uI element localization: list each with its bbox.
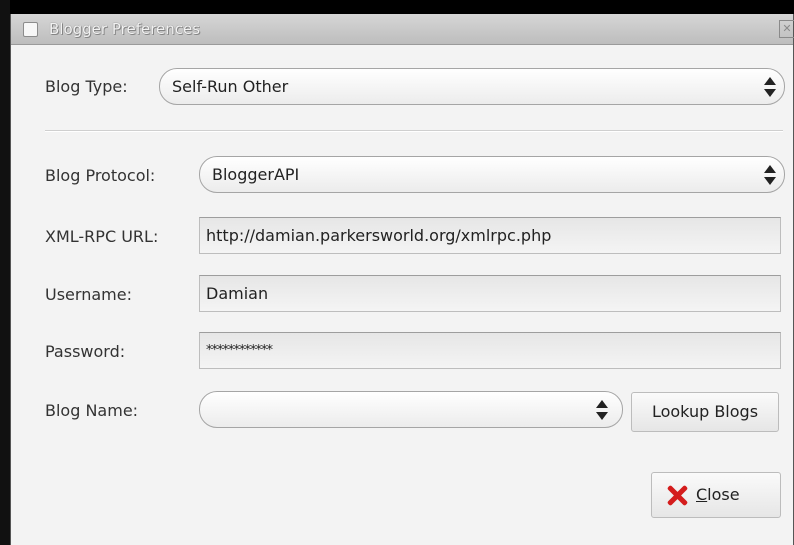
close-button-label: Close bbox=[696, 485, 740, 504]
blog-type-value: Self-Run Other bbox=[172, 77, 289, 96]
close-button[interactable]: Close bbox=[651, 472, 781, 518]
desktop-edge bbox=[0, 0, 10, 545]
blog-protocol-value: BloggerAPI bbox=[212, 165, 300, 184]
window-menu-icon[interactable] bbox=[23, 22, 38, 37]
xmlrpc-url-field[interactable]: http://damian.parkersworld.org/xmlrpc.ph… bbox=[199, 217, 781, 254]
blog-name-select[interactable] bbox=[199, 391, 623, 428]
password-label: Password: bbox=[45, 342, 126, 361]
blog-name-spinner-icon bbox=[596, 400, 609, 420]
lookup-blogs-button[interactable]: Lookup Blogs bbox=[631, 392, 779, 432]
blog-protocol-label: Blog Protocol: bbox=[45, 166, 156, 185]
password-field[interactable]: ************ bbox=[199, 332, 781, 369]
separator bbox=[45, 130, 783, 132]
window-title: Blogger Preferences bbox=[49, 20, 201, 38]
blog-type-select[interactable]: Self-Run Other bbox=[159, 68, 785, 105]
blog-name-label: Blog Name: bbox=[45, 401, 139, 420]
blog-type-label: Blog Type: bbox=[45, 77, 128, 96]
title-close-icon[interactable]: ✕ bbox=[779, 20, 794, 38]
username-label: Username: bbox=[45, 285, 132, 304]
username-field[interactable]: Damian bbox=[199, 275, 781, 312]
title-bar[interactable]: Blogger Preferences ✕ bbox=[11, 14, 794, 45]
blog-protocol-select[interactable]: BloggerAPI bbox=[199, 156, 785, 193]
close-icon bbox=[666, 484, 688, 506]
blog-type-spinner-icon bbox=[764, 77, 777, 97]
preferences-dialog: Blogger Preferences ✕ Blog Type: Self-Ru… bbox=[10, 14, 794, 545]
blog-protocol-spinner-icon bbox=[764, 165, 777, 185]
xmlrpc-url-label: XML-RPC URL: bbox=[45, 227, 159, 246]
